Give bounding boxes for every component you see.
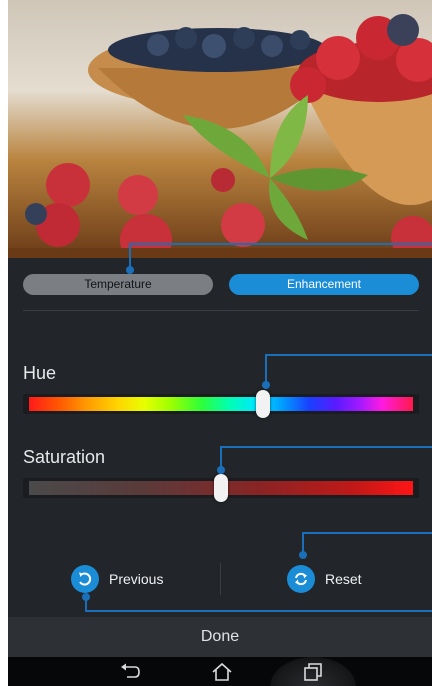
tab-enhancement[interactable]: Enhancement xyxy=(229,274,419,295)
hue-slider-thumb[interactable] xyxy=(256,390,271,418)
photo-image xyxy=(8,14,432,258)
app-window: Temperature Enhancement Hue Saturation P… xyxy=(8,0,432,686)
saturation-label: Saturation xyxy=(23,447,106,467)
reset-label: Reset xyxy=(325,571,362,587)
refresh-icon xyxy=(287,565,315,593)
previous-label: Previous xyxy=(109,571,164,587)
recent-apps-icon[interactable] xyxy=(302,662,324,682)
section-divider xyxy=(23,310,419,311)
hue-gradient xyxy=(29,397,413,411)
tab-temperature[interactable]: Temperature xyxy=(23,274,213,295)
hue-label: Hue xyxy=(23,363,57,383)
actions-divider xyxy=(220,563,221,595)
hue-slider-track[interactable] xyxy=(23,394,419,414)
done-button[interactable]: Done xyxy=(8,617,432,657)
reset-button[interactable]: Reset xyxy=(287,562,362,596)
home-icon[interactable] xyxy=(211,662,233,682)
photo-preview xyxy=(8,0,432,258)
back-icon[interactable] xyxy=(119,662,141,682)
previous-button[interactable]: Previous xyxy=(71,562,163,596)
saturation-slider-thumb[interactable] xyxy=(214,474,228,502)
undo-icon xyxy=(71,565,99,593)
